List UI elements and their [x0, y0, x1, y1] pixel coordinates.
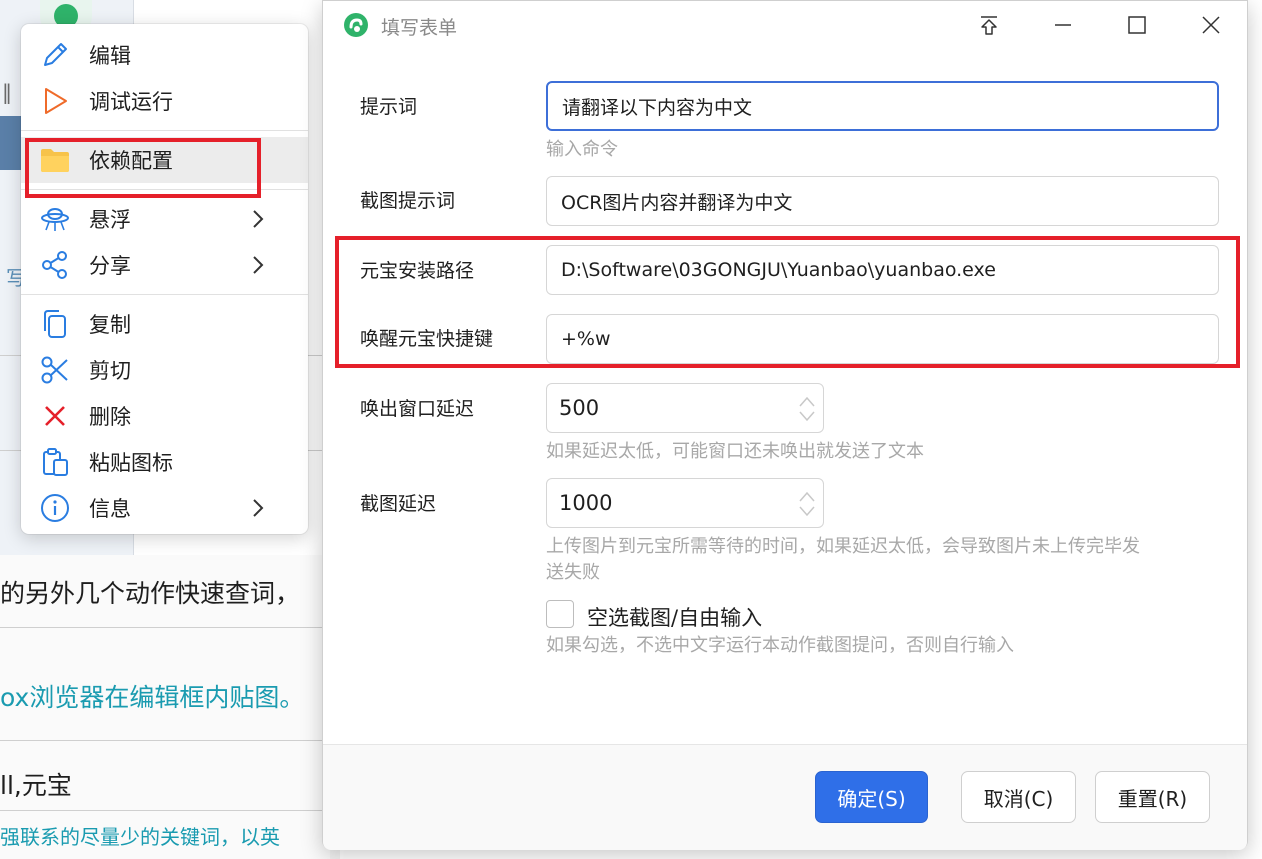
hotkey-label: 唤醒元宝快捷键: [360, 328, 494, 350]
screenshot-prompt-label: 截图提示词: [360, 190, 456, 212]
install-path-input[interactable]: [546, 245, 1219, 295]
window-delay-spinbox[interactable]: 500: [546, 383, 824, 433]
close-icon: [1202, 16, 1220, 34]
menu-item-float[interactable]: 悬浮: [21, 196, 308, 242]
prompt-input[interactable]: [546, 81, 1219, 131]
form-dialog: 填写表单 提示词 输入命令 截图提示词 元宝安装路径 唤醒元宝快捷键 唤出窗口延…: [322, 0, 1248, 850]
ok-button[interactable]: 确定(S): [815, 771, 928, 823]
screenshot-delay-spinbox[interactable]: 1000: [546, 478, 824, 528]
menu-item-label: 删除: [89, 405, 131, 429]
screenshot-delay-value: 1000: [559, 491, 613, 515]
background-divider: [0, 810, 330, 811]
menu-separator: [21, 294, 308, 295]
menu-item-paste-icon[interactable]: 粘贴图标: [21, 439, 308, 485]
screenshot-delay-label: 截图延迟: [360, 493, 437, 515]
chevron-right-icon: [248, 497, 268, 519]
info-icon: [39, 492, 71, 524]
context-menu: 编辑 调试运行 依赖配置 悬浮 分享 复制 剪切 删除 粘贴图标 信息: [21, 24, 308, 534]
menu-item-dependency-config[interactable]: 依赖配置: [21, 137, 308, 183]
background-fragment: ‖: [2, 80, 12, 104]
background-link-line: ox浏览器在编辑框内贴图。: [0, 683, 305, 712]
dialog-footer: 确定(S) 取消(C) 重置(R): [323, 744, 1247, 850]
empty-select-hint: 如果勾选，不选中文字运行本动作截图提问，否则自行输入: [546, 635, 1014, 656]
menu-item-debug-run[interactable]: 调试运行: [21, 78, 308, 124]
menu-item-label: 分享: [89, 254, 131, 278]
chevron-right-icon: [248, 254, 268, 276]
menu-item-label: 粘贴图标: [89, 451, 173, 475]
window-delay-value: 500: [559, 396, 600, 420]
app-logo-icon: [343, 12, 369, 38]
background-divider: [0, 627, 330, 628]
background-divider: [0, 740, 330, 741]
menu-item-copy[interactable]: 复制: [21, 301, 308, 347]
background-link-line: 强联系的尽量少的关键词，以英: [0, 825, 280, 849]
share-icon: [39, 249, 71, 281]
dialog-title: 填写表单: [381, 17, 458, 39]
folder-icon: [39, 144, 71, 176]
empty-select-checkbox[interactable]: [546, 600, 574, 628]
screenshot-delay-hint: 上传图片到元宝所需等待的时间，如果延迟太低，会导致图片未上传完毕发: [546, 536, 1140, 557]
scissors-icon: [39, 354, 71, 386]
chevron-right-icon: [248, 208, 268, 230]
copy-icon: [39, 308, 71, 340]
pin-icon: [981, 16, 997, 35]
menu-item-label: 剪切: [89, 359, 131, 383]
dialog-titlebar: 填写表单: [323, 1, 1247, 49]
background-text-line: 的另外几个动作快速查词，: [0, 579, 301, 608]
menu-separator: [21, 189, 308, 190]
menu-item-label: 编辑: [89, 44, 131, 68]
pin-window-button[interactable]: [969, 7, 1009, 43]
window-delay-hint: 如果延迟太低，可能窗口还未唤出就发送了文本: [546, 441, 924, 462]
menu-item-label: 信息: [89, 497, 131, 521]
install-path-label: 元宝安装路径: [360, 260, 475, 282]
menu-item-label: 复制: [89, 313, 131, 337]
menu-item-edit[interactable]: 编辑: [21, 32, 308, 78]
pencil-icon: [39, 39, 71, 71]
menu-item-label: 悬浮: [89, 208, 131, 232]
spin-arrows-icon[interactable]: [795, 488, 819, 520]
empty-select-label[interactable]: 空选截图/自由输入: [587, 602, 762, 632]
screenshot-delay-hint: 送失败: [546, 562, 600, 583]
prompt-hint: 输入命令: [546, 139, 618, 160]
menu-item-label: 依赖配置: [89, 149, 173, 173]
spin-arrows-icon[interactable]: [795, 393, 819, 425]
window-delay-label: 唤出窗口延迟: [360, 398, 475, 420]
menu-item-info[interactable]: 信息: [21, 485, 308, 531]
menu-item-share[interactable]: 分享: [21, 242, 308, 288]
delete-icon: [39, 400, 71, 432]
background-thumbnail: [0, 116, 22, 170]
menu-item-delete[interactable]: 删除: [21, 393, 308, 439]
background-text-line: ll,元宝: [0, 771, 72, 800]
play-icon: [39, 85, 71, 117]
menu-item-cut[interactable]: 剪切: [21, 347, 308, 393]
menu-item-label: 调试运行: [89, 90, 173, 114]
paste-icon: [39, 446, 71, 478]
prompt-label: 提示词: [360, 96, 418, 118]
maximize-icon: [1128, 16, 1146, 34]
maximize-button[interactable]: [1117, 7, 1157, 43]
close-button[interactable]: [1191, 7, 1231, 43]
screenshot-prompt-input[interactable]: [546, 176, 1219, 226]
minimize-icon: [1055, 24, 1071, 26]
ufo-icon: [39, 203, 71, 235]
hotkey-input[interactable]: [546, 314, 1219, 364]
cancel-button[interactable]: 取消(C): [961, 771, 1076, 823]
menu-separator: [21, 130, 308, 131]
minimize-button[interactable]: [1043, 7, 1083, 43]
reset-button[interactable]: 重置(R): [1095, 771, 1210, 823]
